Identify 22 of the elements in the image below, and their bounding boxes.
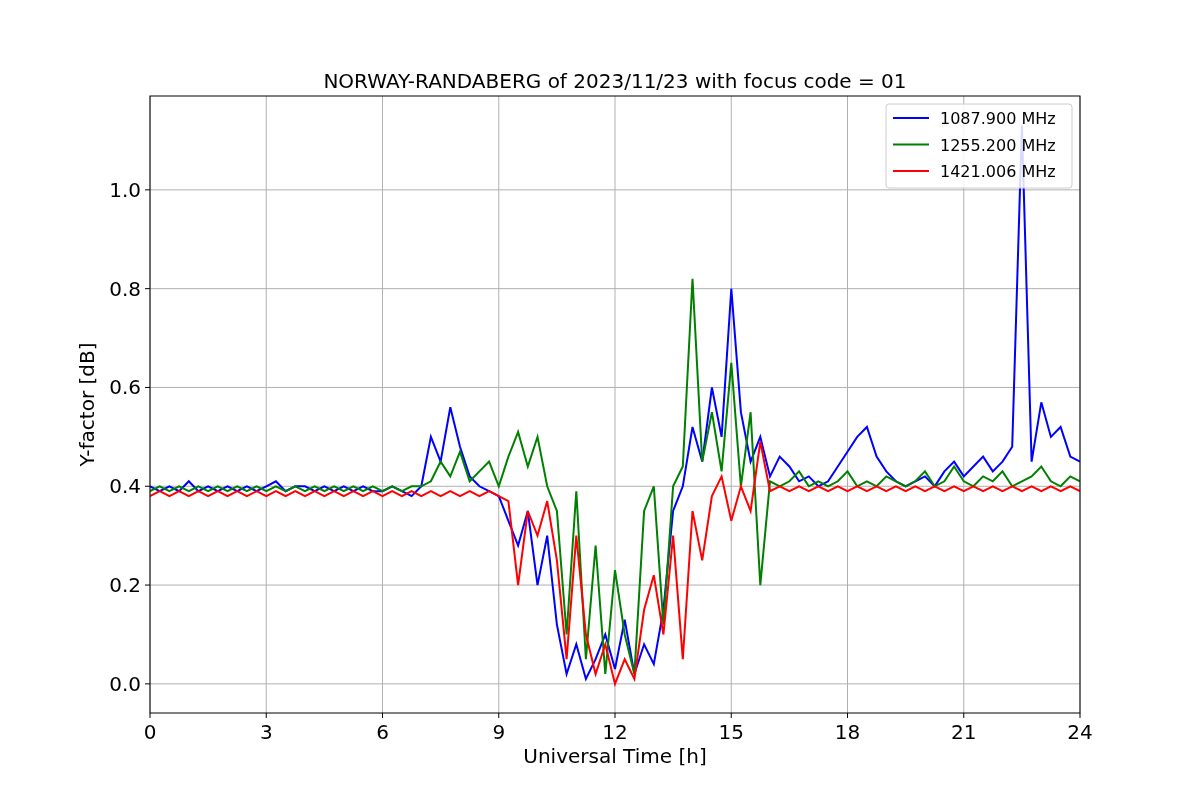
x-tick-label: 12 bbox=[602, 720, 628, 744]
x-tick-label: 21 bbox=[951, 720, 977, 744]
y-tick-label: 0.4 bbox=[109, 474, 141, 499]
y-axis-label: Y-factor [dB] bbox=[75, 342, 99, 467]
x-tick-label: 18 bbox=[834, 720, 861, 744]
y-tick-label: 0.0 bbox=[109, 671, 141, 696]
y-tick-label: 1.0 bbox=[109, 177, 141, 202]
x-tick-label: 24 bbox=[1067, 720, 1093, 744]
legend-swatch-icon bbox=[892, 143, 930, 146]
x-tick-label: 0 bbox=[143, 720, 157, 744]
y-tick-label: 0.6 bbox=[109, 375, 141, 400]
legend-label: 1087.900 MHz bbox=[940, 109, 1056, 128]
legend-label: 1255.200 MHz bbox=[940, 135, 1056, 155]
y-tick-label: 0.2 bbox=[109, 573, 141, 598]
x-tick-label: 9 bbox=[492, 720, 506, 744]
y-tick-label: 0.8 bbox=[109, 276, 141, 301]
chart-title: NORWAY-RANDABERG of 2023/11/23 with focus code = 01 bbox=[323, 69, 907, 93]
x-axis-label: Universal Time [h] bbox=[523, 744, 707, 768]
x-tick-label: 6 bbox=[376, 720, 389, 744]
x-tick-label: 15 bbox=[718, 720, 744, 744]
legend-label: 1421.006 MHz bbox=[940, 162, 1056, 181]
x-tick-label: 3 bbox=[259, 720, 273, 744]
